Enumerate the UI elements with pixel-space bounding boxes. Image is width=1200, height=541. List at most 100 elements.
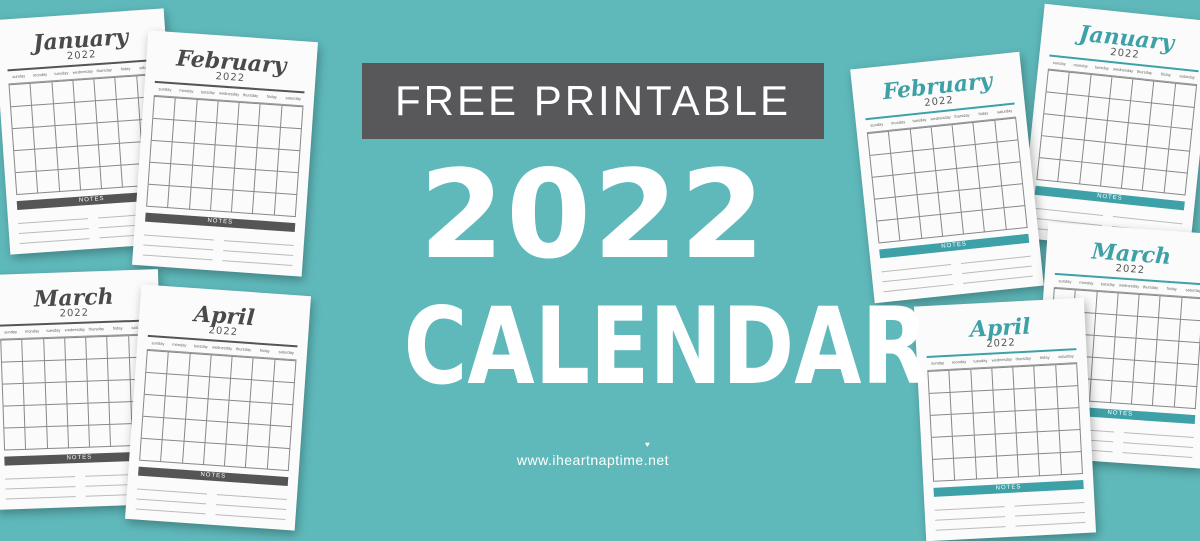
- day-cell: [975, 456, 998, 480]
- day-cell: [1095, 291, 1119, 316]
- day-cell: [995, 433, 1019, 457]
- day-cell: [931, 436, 955, 460]
- day-cell: [169, 164, 193, 188]
- day-cell: [949, 369, 973, 393]
- day-cell: [94, 77, 118, 102]
- day-cell: [889, 129, 913, 154]
- day-cell: [983, 208, 1007, 233]
- day-cell: [189, 187, 213, 212]
- day-cell: [55, 124, 78, 149]
- day-cell: [76, 123, 100, 147]
- day-cell: [99, 143, 122, 168]
- day-cell: [1121, 166, 1146, 192]
- day-cell: [235, 146, 258, 171]
- day-cell: [1124, 145, 1148, 170]
- weekday-label: thursday: [96, 67, 112, 74]
- weekday-label: saturday: [1058, 353, 1074, 360]
- day-cell: [32, 104, 56, 128]
- day-cell: [161, 440, 185, 464]
- day-cell: [14, 149, 37, 174]
- day-cell: [1153, 384, 1177, 408]
- day-cell: [100, 165, 124, 190]
- day-cell: [65, 337, 88, 361]
- day-cell: [870, 153, 894, 178]
- day-cell: [994, 411, 1017, 435]
- weekday-label: tuesday: [1100, 281, 1115, 288]
- day-cell: [247, 424, 271, 448]
- day-cell: [930, 414, 954, 438]
- day-cell: [24, 383, 47, 406]
- day-cell: [1145, 147, 1169, 172]
- day-cell: [996, 455, 1020, 479]
- weekday-label: friday: [1166, 285, 1177, 292]
- day-cell: [1110, 381, 1134, 405]
- day-cell: [1107, 99, 1132, 124]
- day-cell: [1109, 77, 1134, 102]
- day-cell: [96, 99, 119, 124]
- day-cell: [898, 217, 922, 242]
- day-cell: [187, 375, 210, 400]
- weekday-label: tuesday: [912, 116, 927, 124]
- weekday-label: thursday: [242, 92, 259, 99]
- day-cell: [58, 168, 81, 193]
- day-cell: [993, 389, 1016, 413]
- calendar-card-january-right: January 2022 sunday monday tuesday wedne…: [1020, 3, 1200, 256]
- day-cell: [77, 145, 101, 169]
- day-cell: [267, 447, 291, 472]
- day-cell: [961, 210, 986, 235]
- day-cell: [215, 123, 239, 147]
- day-cell: [917, 192, 941, 218]
- day-cell: [108, 358, 131, 381]
- day-cell: [89, 424, 112, 448]
- weekday-label: tuesday: [193, 343, 208, 350]
- day-cell: [1044, 92, 1068, 117]
- day-cell: [1176, 363, 1199, 388]
- day-cell: [225, 444, 248, 469]
- day-cell: [1112, 359, 1136, 383]
- day-cell: [194, 121, 217, 146]
- day-cell: [872, 175, 897, 200]
- day-cell: [174, 98, 198, 122]
- day-cell: [65, 359, 88, 383]
- day-cell: [940, 212, 965, 237]
- weekday-label: sunday: [931, 360, 945, 366]
- weekday-label: thursday: [1015, 355, 1032, 362]
- day-cell: [66, 381, 89, 405]
- day-cell: [9, 83, 33, 108]
- day-cell: [86, 336, 109, 360]
- day-cell: [44, 360, 67, 384]
- day-cell: [1094, 313, 1117, 338]
- day-cell: [185, 397, 209, 422]
- weekday-label: sunday: [4, 329, 18, 335]
- notes-lines: [934, 492, 1086, 531]
- day-cell: [954, 144, 979, 169]
- day-cell: [146, 350, 170, 375]
- day-cell: [1177, 341, 1200, 366]
- day-cell: [1166, 149, 1191, 174]
- day-cell: [928, 370, 951, 394]
- weekday-label: wednesday: [72, 68, 94, 75]
- day-cell: [279, 127, 302, 152]
- day-cell: [893, 173, 918, 198]
- day-cell: [976, 142, 1000, 167]
- notes-lines: [142, 225, 295, 266]
- day-cell: [33, 126, 57, 150]
- day-cell: [74, 101, 98, 125]
- day-cell: [203, 443, 227, 467]
- day-cell: [259, 104, 283, 128]
- day-cell: [148, 162, 172, 187]
- day-cell: [972, 390, 995, 414]
- day-cell: [953, 435, 976, 459]
- day-cell: [1016, 432, 1040, 456]
- day-cell: [97, 121, 121, 146]
- day-cell: [1154, 362, 1178, 386]
- day-cell: [978, 164, 1002, 189]
- day-cell: [46, 404, 69, 428]
- day-cell: [1091, 357, 1114, 382]
- day-cell: [165, 374, 189, 398]
- day-cell: [1086, 96, 1110, 121]
- weekday-label: friday: [1039, 354, 1050, 361]
- day-cell: [280, 105, 304, 130]
- day-cell: [68, 425, 91, 449]
- day-cell: [1013, 366, 1036, 390]
